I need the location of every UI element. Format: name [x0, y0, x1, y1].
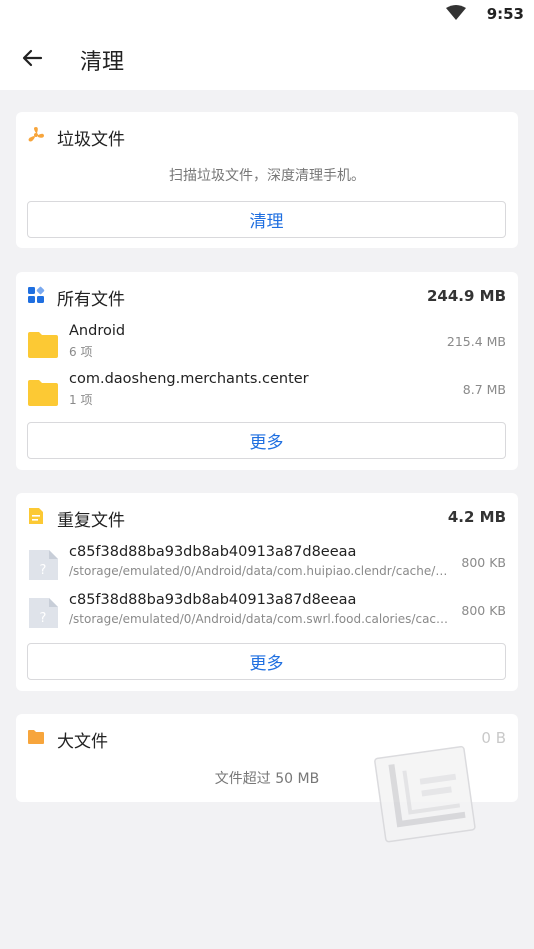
file-path: /storage/emulated/0/Android/data/com.hui…	[69, 564, 451, 578]
all-files-title: 所有文件	[57, 290, 125, 310]
junk-files-hint: 扫描垃圾文件，深度清理手机。	[169, 168, 365, 184]
file-size: 800 KB	[461, 603, 506, 618]
clean-button[interactable]: 清理	[27, 201, 506, 238]
folder-size: 215.4 MB	[446, 334, 506, 349]
document-icon	[29, 508, 43, 524]
back-button[interactable]	[18, 44, 46, 72]
list-item[interactable]: ? c85f38d88ba93db8ab40913a87d8eeaa /stor…	[16, 589, 518, 633]
folder-count: 6 项	[69, 345, 93, 359]
folder-size: 8.7 MB	[462, 382, 506, 397]
junk-files-title: 垃圾文件	[57, 130, 125, 150]
duplicate-files-card: 重复文件 4.2 MB ? c85f38d88ba93db8ab40913a87…	[16, 493, 518, 691]
list-item[interactable]: com.daosheng.merchants.center 1 项 8.7 MB	[16, 368, 518, 412]
file-name: c85f38d88ba93db8ab40913a87d8eeaa	[69, 592, 357, 608]
file-path: /storage/emulated/0/Android/data/com.swr…	[69, 612, 451, 626]
folder-icon	[28, 730, 44, 744]
all-files-card: 所有文件 244.9 MB Android 6 项 215.4 MB com.d…	[16, 272, 518, 470]
svg-text:?: ?	[40, 611, 47, 626]
folder-icon	[28, 380, 58, 406]
fan-icon	[28, 127, 44, 142]
page-title: 清理	[80, 50, 125, 75]
list-item[interactable]: ? c85f38d88ba93db8ab40913a87d8eeaa /stor…	[16, 541, 518, 585]
large-files-title: 大文件	[57, 732, 108, 752]
all-files-total: 244.9 MB	[426, 287, 506, 305]
duplicate-files-total: 4.2 MB	[447, 508, 506, 526]
arrow-left-icon	[22, 49, 43, 67]
file-name: c85f38d88ba93db8ab40913a87d8eeaa	[69, 544, 357, 560]
large-files-total: 0 B	[481, 729, 506, 747]
unknown-file-icon: ?	[29, 598, 58, 628]
folder-icon	[28, 332, 58, 358]
junk-files-card: 垃圾文件 扫描垃圾文件，深度清理手机。 清理	[16, 112, 518, 248]
svg-text:?: ?	[40, 563, 47, 578]
wifi-icon	[446, 5, 466, 20]
status-bar: 9:53	[0, 0, 534, 28]
list-item[interactable]: Android 6 项 215.4 MB	[16, 320, 518, 364]
all-files-more-button[interactable]: 更多	[27, 422, 506, 459]
app-bar: 清理	[0, 28, 534, 90]
duplicate-files-title: 重复文件	[57, 511, 125, 531]
folder-name: com.daosheng.merchants.center	[69, 371, 309, 387]
grid-apps-icon	[28, 286, 45, 303]
status-time: 9:53	[486, 5, 524, 23]
empty-state-illustration	[374, 745, 476, 843]
file-size: 800 KB	[461, 555, 506, 570]
folder-count: 1 项	[69, 393, 93, 407]
duplicate-files-more-button[interactable]: 更多	[27, 643, 506, 680]
folder-name: Android	[69, 323, 126, 339]
unknown-file-icon: ?	[29, 550, 58, 580]
